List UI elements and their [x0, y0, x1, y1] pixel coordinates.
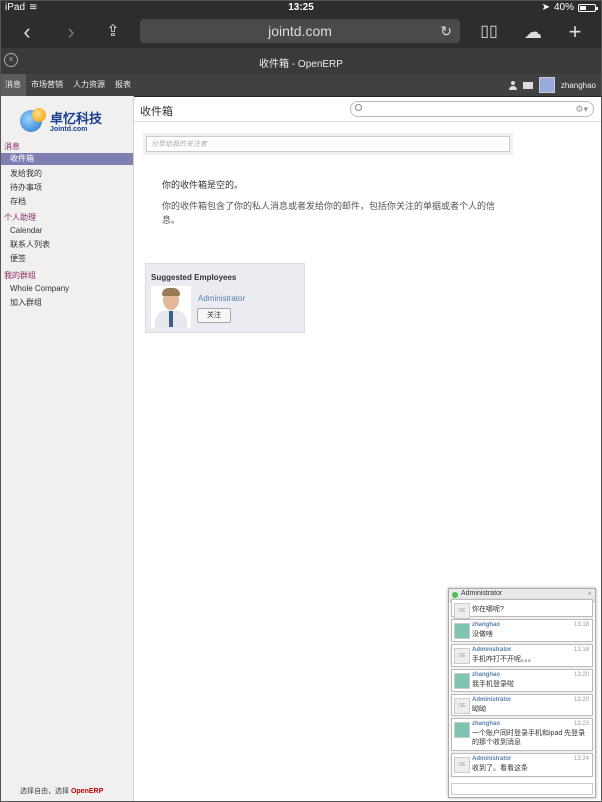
- sidebar-section-messages: 消息: [4, 142, 20, 151]
- avatar: [454, 623, 470, 639]
- menu-item-messages[interactable]: 消息: [0, 74, 26, 96]
- chat-message: zhanghao 13:23 一个账户同时登录手机和ipad 先登录的那个收到消…: [451, 718, 593, 751]
- url-text: jointd.com: [268, 23, 332, 39]
- chat-message: OE Administrator 13:20 呦呦: [451, 694, 593, 716]
- chat-message: OE Administrator 13:18 手机咋打不开呢。。。: [451, 644, 593, 667]
- user-icon[interactable]: [508, 80, 517, 90]
- chat-message: zhanghao 13:18 没做啥: [451, 619, 593, 642]
- avatar[interactable]: [538, 77, 555, 93]
- tab-title: 收件箱 - OpenERP: [259, 59, 343, 70]
- sidebar-item-inbox[interactable]: 收件箱: [0, 153, 133, 165]
- footer-brand-link[interactable]: OpenERP: [71, 788, 103, 795]
- company-logo[interactable]: 卓忆科技 Jointd.com: [20, 106, 120, 140]
- chat-message: zhanghao 13:20 我手机登录啦: [451, 669, 593, 692]
- tab-bar: × 收件箱 - OpenERP: [0, 48, 602, 74]
- chat-message: OE 你在哪呢?: [451, 599, 593, 619]
- sidebar-item-calendar[interactable]: Calendar: [10, 226, 42, 235]
- page-header: 收件箱 ⚙▾: [134, 96, 602, 122]
- sidebar: 卓忆科技 Jointd.com 消息 收件箱 发给我的 待办事项 存档 个人助理…: [0, 96, 134, 802]
- clock: 13:25: [288, 2, 314, 13]
- battery-percent: 40%: [553, 2, 574, 13]
- search-input[interactable]: ⚙▾: [350, 101, 594, 117]
- username[interactable]: zhanghao: [561, 81, 596, 90]
- chat-window: Administrator × OE 你在哪呢? zhanghao 13:18 …: [448, 588, 596, 798]
- empty-inbox-title: 你的收件箱是空的。: [162, 180, 244, 190]
- avatar: [454, 722, 470, 738]
- browser-toolbar: ‹ › ⇪ jointd.com ↻ ▯▯ ☁ +: [0, 16, 602, 48]
- avatar: OE: [454, 698, 470, 714]
- follow-button[interactable]: 关注: [197, 308, 231, 323]
- page-title: 收件箱: [140, 106, 173, 118]
- sidebar-item-archive[interactable]: 存档: [10, 196, 26, 207]
- address-bar[interactable]: jointd.com ↻: [140, 19, 460, 43]
- sidebar-item-contacts[interactable]: 联系人列表: [10, 239, 50, 250]
- menu-item-marketing[interactable]: 市场营销: [26, 74, 68, 96]
- mail-icon[interactable]: [522, 81, 533, 89]
- search-options-icon[interactable]: ⚙▾: [575, 102, 588, 116]
- top-menu: 消息 市场营销 人力资源 报表 zhanghao: [0, 74, 602, 97]
- bookmarks-icon[interactable]: ▯▯: [476, 20, 502, 44]
- reload-icon[interactable]: ↻: [440, 19, 452, 43]
- employee-photo[interactable]: [151, 286, 191, 328]
- sidebar-item-whole-company[interactable]: Whole Company: [10, 284, 69, 293]
- sidebar-item-join-group[interactable]: 加入群组: [10, 297, 42, 308]
- sidebar-item-todo[interactable]: 待办事项: [10, 182, 42, 193]
- ios-status-bar: iPad ≋ 13:25 ➤ 40%: [0, 0, 602, 16]
- avatar: OE: [454, 648, 470, 664]
- avatar: OE: [454, 603, 470, 619]
- sidebar-section-assistant: 个人助理: [4, 213, 36, 222]
- footer: 选择自由，选择 OpenERP: [20, 788, 104, 795]
- cloud-icon[interactable]: ☁: [520, 20, 546, 44]
- suggested-employees-panel: Suggested Employees Administrator 关注: [145, 263, 305, 333]
- chat-input[interactable]: [451, 783, 593, 795]
- sidebar-section-groups: 我的群组: [4, 271, 36, 280]
- menu-item-reports[interactable]: 报表: [110, 74, 136, 96]
- new-tab-icon[interactable]: +: [562, 20, 588, 44]
- chat-message: OE Administrator 13:24 收到了。看看这条: [451, 753, 593, 777]
- forward-icon[interactable]: ›: [58, 20, 84, 44]
- menu-item-hr[interactable]: 人力资源: [68, 74, 110, 96]
- battery-icon: [578, 3, 598, 12]
- search-icon: [355, 104, 362, 111]
- share-input[interactable]: 分享给我的关注者: [146, 136, 510, 152]
- close-chat-icon[interactable]: ×: [587, 589, 592, 598]
- back-icon[interactable]: ‹: [14, 20, 40, 44]
- sidebar-item-notes[interactable]: 便签: [10, 253, 26, 264]
- logo-sun-icon: [32, 108, 46, 122]
- suggested-title: Suggested Employees: [151, 273, 237, 282]
- chat-partner-name: Administrator: [461, 590, 503, 597]
- location-icon: ➤: [541, 2, 550, 13]
- online-status-icon: [452, 592, 458, 598]
- avatar: OE: [454, 757, 470, 773]
- sidebar-item-to-me[interactable]: 发给我的: [10, 168, 42, 179]
- employee-name-link[interactable]: Administrator: [198, 294, 245, 303]
- empty-inbox-description: 你的收件箱包含了你的私人消息或者发给你的邮件，包括你关注的单据或者个人的信息。: [162, 201, 496, 225]
- share-icon[interactable]: ⇪: [100, 20, 126, 44]
- avatar: [454, 673, 470, 689]
